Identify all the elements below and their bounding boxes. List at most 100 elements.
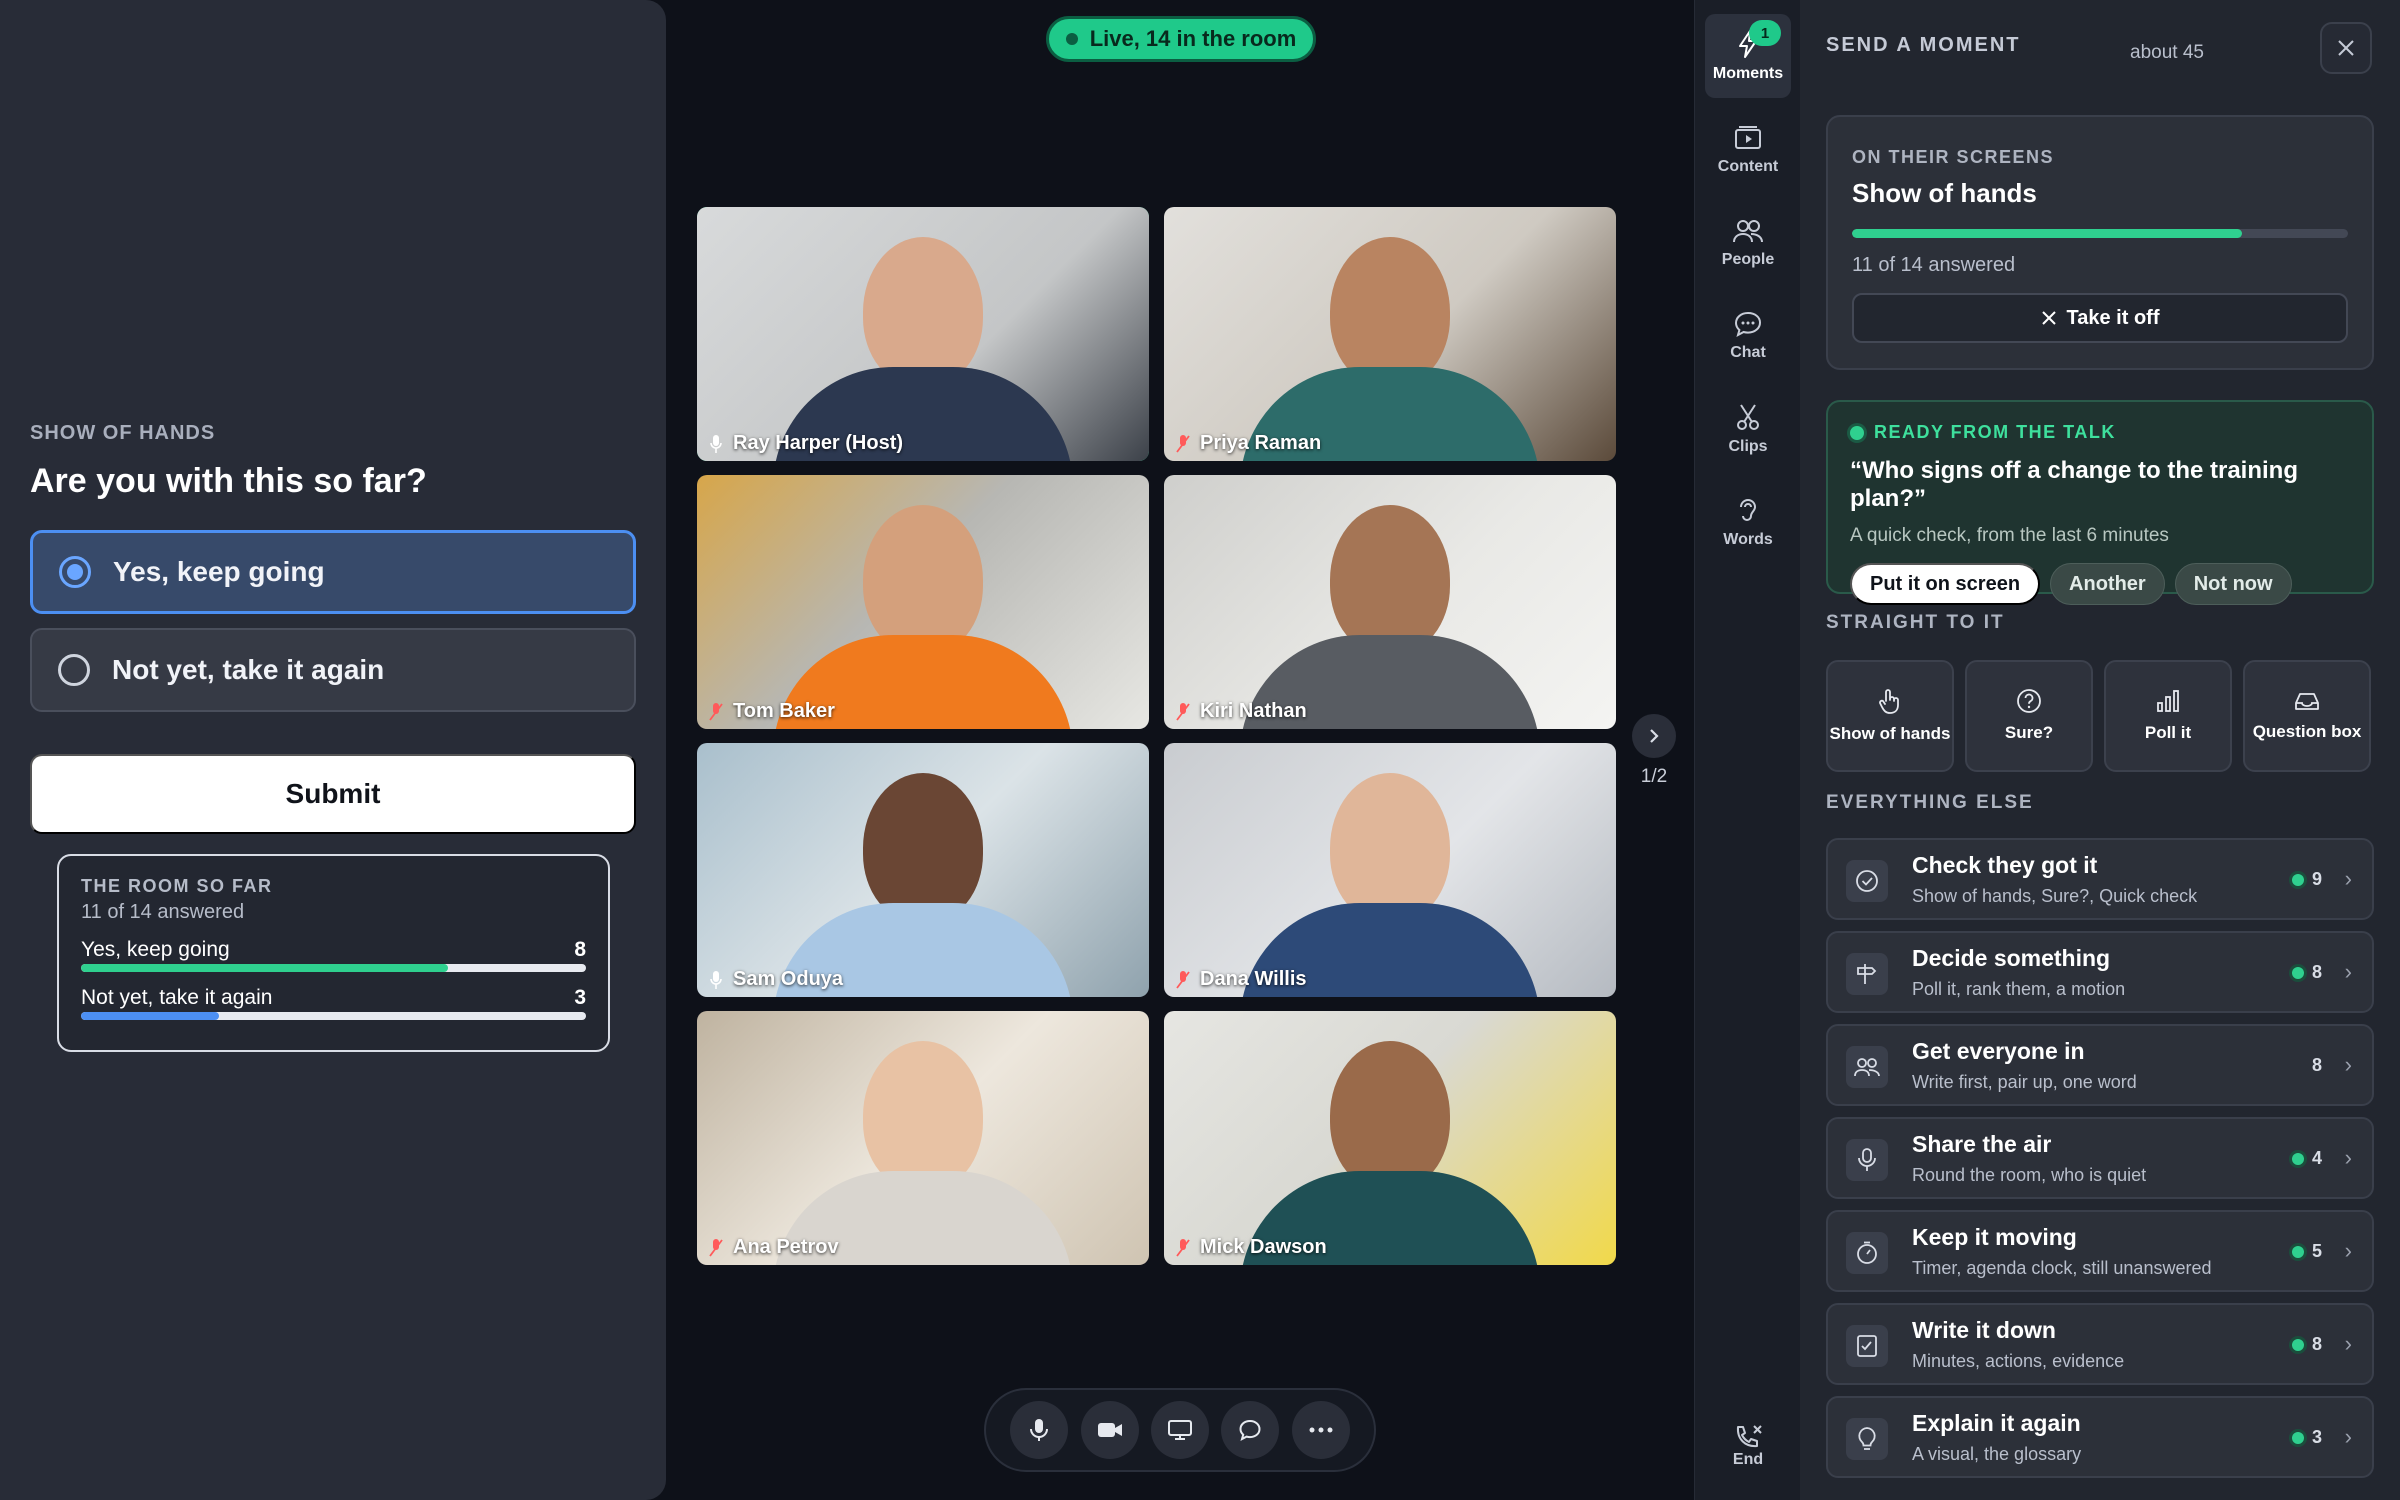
straight-to-it-label: STRAIGHT TO IT <box>1826 612 2005 633</box>
result-bar-fill <box>81 964 449 972</box>
end-call-button[interactable]: End <box>1705 1404 1791 1488</box>
participant-face <box>1330 1041 1450 1191</box>
poll-option-yes[interactable]: Yes, keep going <box>30 530 636 614</box>
radio-unselected[interactable] <box>58 654 90 686</box>
li-title: Get everyone in <box>1912 1038 2085 1064</box>
video-tile-sam-oduya[interactable]: Sam Oduya <box>697 743 1149 997</box>
chat-button[interactable] <box>1221 1401 1280 1459</box>
active-dot-icon <box>2291 1338 2304 1351</box>
moment-category-get-everyone-in[interactable]: Get everyone in Write first, pair up, on… <box>1826 1024 2374 1106</box>
rail-item-words[interactable]: Words <box>1705 480 1791 564</box>
poll-kicker: SHOW OF HANDS <box>30 422 216 444</box>
active-dot-icon <box>2291 1431 2304 1444</box>
quick-label: Show of hands <box>1829 724 1951 744</box>
li-sub: Timer, agenda clock, still unanswered <box>1912 1258 2212 1278</box>
moment-category-keep-it-moving[interactable]: Keep it moving Timer, agenda clock, stil… <box>1826 1210 2374 1292</box>
li-count: 8 <box>2291 1334 2322 1355</box>
take-it-off-button[interactable]: Take it off <box>1852 293 2348 343</box>
scissors-icon <box>1737 404 1759 430</box>
participant-face <box>863 773 983 923</box>
result-bar <box>81 964 586 972</box>
video-tile-ana-petrov[interactable]: Ana Petrov <box>697 1011 1149 1265</box>
participant-label: Mick Dawson <box>1176 1236 1327 1259</box>
inbox-icon <box>2295 693 2319 711</box>
li-title: Decide something <box>1912 945 2111 971</box>
moment-category-explain-it-again[interactable]: Explain it again A visual, the glossary … <box>1826 1396 2374 1478</box>
rail-item-people[interactable]: People <box>1705 201 1791 285</box>
result-row-not-yet: Not yet, take it again 3 <box>81 986 586 1020</box>
li-sub: Show of hands, Sure?, Quick check <box>1912 886 2198 906</box>
mic-on-icon <box>710 434 722 453</box>
video-tile-priya-raman[interactable]: Priya Raman <box>1164 207 1616 461</box>
participant-name: Sam Oduya <box>733 968 844 990</box>
ready-kicker-label: READY FROM THE TALK <box>1874 422 2116 442</box>
li-count-value: 5 <box>2311 1241 2322 1261</box>
close-button[interactable] <box>2320 22 2372 74</box>
chevron-right-icon: › <box>2344 1331 2352 1356</box>
suggestion-actions: Put it on screen Another Not now <box>1850 563 2350 605</box>
li-title: Explain it again <box>1912 1410 2081 1436</box>
call-controls <box>984 1388 1376 1472</box>
result-bar-fill <box>81 1012 219 1020</box>
question-circle-icon <box>2017 689 2041 714</box>
quick-question-box[interactable]: Question box <box>2243 660 2371 772</box>
participant-name: Mick Dawson <box>1200 1236 1327 1258</box>
participant-label: Dana Willis <box>1176 968 1307 991</box>
li-count-value: 4 <box>2311 1148 2322 1168</box>
chevron-right-icon <box>1650 729 1659 743</box>
check-badge-icon <box>1856 870 1878 892</box>
li-count-value: 8 <box>2311 962 2322 982</box>
more-icon <box>1309 1427 1333 1433</box>
camera-button[interactable] <box>1080 1401 1139 1459</box>
chat-icon <box>1239 1419 1261 1441</box>
suggestion-source: A quick check, from the last 6 minutes <box>1850 525 2169 546</box>
li-title: Share the air <box>1912 1131 2052 1157</box>
participant-label: Ana Petrov <box>709 1236 839 1259</box>
radio-selected[interactable] <box>59 556 91 588</box>
video-tile-ray-harper[interactable]: Ray Harper (Host) <box>697 207 1149 461</box>
ready-dot-icon <box>1850 425 1864 440</box>
lightbulb-icon <box>1858 1427 1876 1450</box>
play-screen-icon <box>1735 126 1761 149</box>
li-count-value: 8 <box>2311 1055 2322 1075</box>
quick-sure[interactable]: Sure? <box>1965 660 2093 772</box>
rail-item-chat[interactable]: Chat <box>1705 294 1791 378</box>
bar-chart-icon <box>2157 690 2179 713</box>
moment-category-write-it-down[interactable]: Write it down Minutes, actions, evidence… <box>1826 1303 2374 1385</box>
moment-category-decide-something[interactable]: Decide something Poll it, rank them, a m… <box>1826 931 2374 1013</box>
next-page-button[interactable] <box>1632 714 1676 758</box>
video-tile-tom-baker[interactable]: Tom Baker <box>697 475 1149 729</box>
another-button[interactable]: Another <box>2050 563 2165 605</box>
li-sub: Write first, pair up, one word <box>1912 1072 2137 1092</box>
rail-item-content[interactable]: Content <box>1705 108 1791 192</box>
answer-progress-fill <box>1852 229 2242 238</box>
answer-progress-bar <box>1852 229 2348 238</box>
hand-icon <box>1879 689 1899 715</box>
submit-button[interactable]: Submit <box>30 754 636 834</box>
mic-muted-icon <box>1176 434 1190 453</box>
video-tile-mick-dawson[interactable]: Mick Dawson <box>1164 1011 1616 1265</box>
rail-item-clips[interactable]: Clips <box>1705 387 1791 471</box>
video-tile-dana-willis[interactable]: Dana Willis <box>1164 743 1616 997</box>
video-tile-kiri-nathan[interactable]: Kiri Nathan <box>1164 475 1616 729</box>
quick-poll-it[interactable]: Poll it <box>2104 660 2232 772</box>
quick-show-of-hands[interactable]: Show of hands <box>1826 660 1954 772</box>
rail-item-moments[interactable]: 1 Moments <box>1705 14 1791 98</box>
li-sub: Round the room, who is quiet <box>1912 1165 2147 1185</box>
li-icon-wrap <box>1846 1232 1888 1274</box>
not-now-button[interactable]: Not now <box>2174 563 2292 605</box>
moment-category-share-the-air[interactable]: Share the air Round the room, who is qui… <box>1826 1117 2374 1199</box>
participant-label: Kiri Nathan <box>1176 700 1307 723</box>
moment-category-check-they-got-it[interactable]: Check they got it Show of hands, Sure?, … <box>1826 838 2374 920</box>
li-count-value: 8 <box>2311 1334 2322 1354</box>
mic-button[interactable] <box>1010 1401 1069 1459</box>
poll-panel: SHOW OF HANDS Are you with this so far? … <box>0 0 666 1500</box>
poll-option-not-yet[interactable]: Not yet, take it again <box>30 628 636 712</box>
li-count: 3 <box>2291 1427 2322 1448</box>
screen-share-button[interactable] <box>1150 1401 1209 1459</box>
participant-name: Tom Baker <box>733 700 835 722</box>
put-on-screen-button[interactable]: Put it on screen <box>1850 563 2041 605</box>
li-count: 4 <box>2291 1148 2322 1169</box>
li-title: Keep it moving <box>1912 1224 2077 1250</box>
more-button[interactable] <box>1291 1401 1350 1459</box>
